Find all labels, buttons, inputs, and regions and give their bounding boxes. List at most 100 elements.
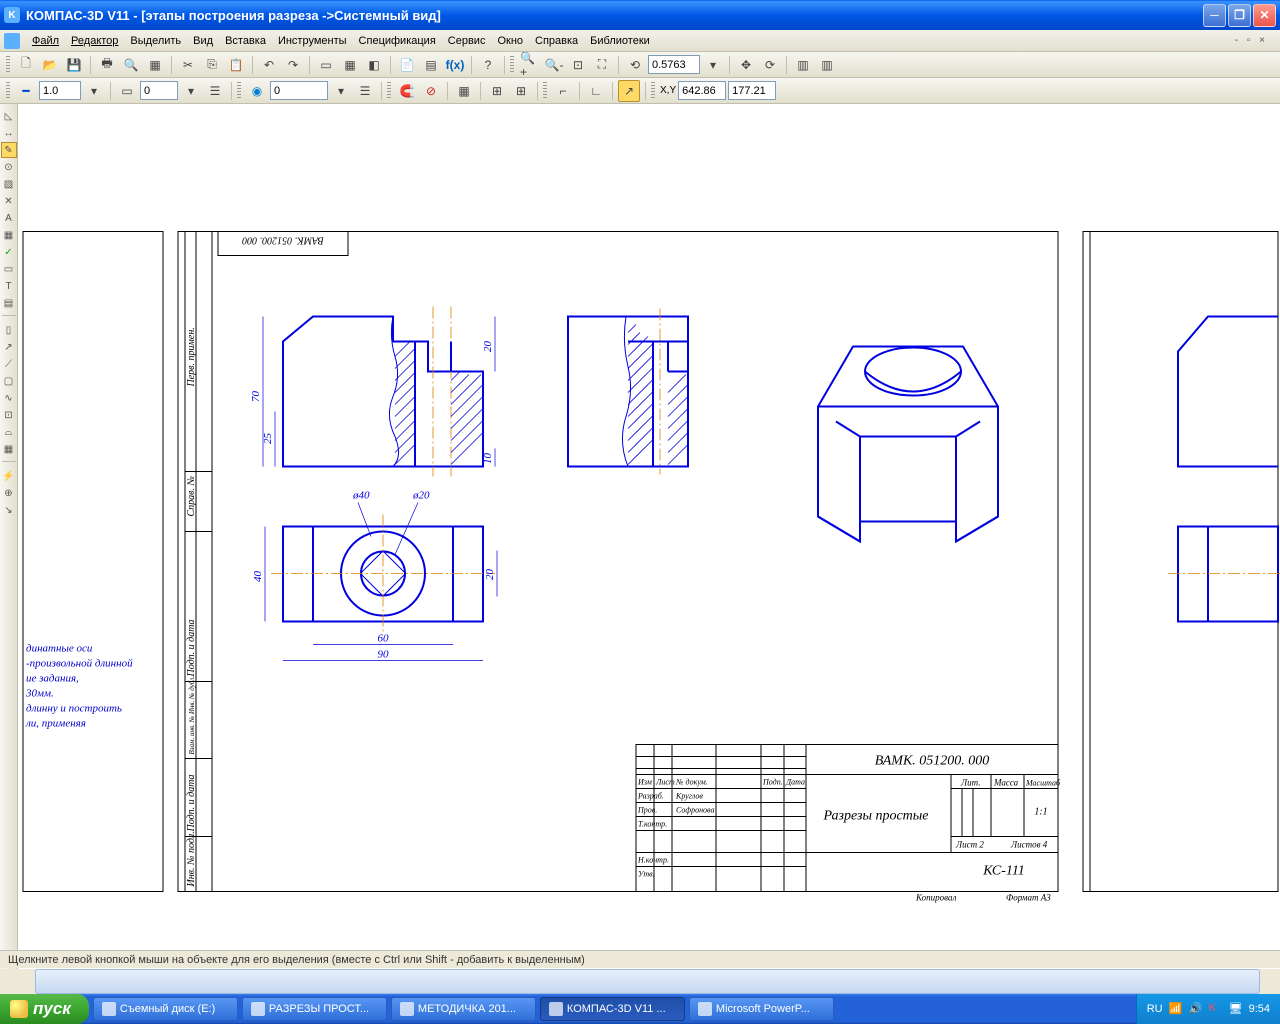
pal-m4-icon[interactable]: ▤ (1, 295, 17, 311)
coord-x[interactable] (678, 81, 726, 100)
state-icon[interactable]: ◉ (246, 80, 268, 102)
save-button[interactable]: 💾 (63, 54, 85, 76)
layer-icon[interactable]: ▭ (116, 80, 138, 102)
pal-t5-icon[interactable]: ∿ (1, 390, 17, 406)
tray-lang[interactable]: RU (1147, 1003, 1163, 1015)
print-button[interactable]: 🖶 (96, 54, 118, 76)
preview-button[interactable]: 🔍 (120, 54, 142, 76)
zoom-in-icon[interactable]: 🔍+ (519, 54, 541, 76)
menu-libs[interactable]: Библиотеки (584, 35, 656, 47)
pal-b2-icon[interactable]: ⊕ (1, 485, 17, 501)
coord-y[interactable] (728, 81, 776, 100)
tb-c[interactable]: ◧ (363, 54, 385, 76)
redo-button[interactable]: ↷ (282, 54, 304, 76)
taskbar-item-2[interactable]: РАЗРЕЗЫ ПРОСТ... (242, 997, 387, 1021)
taskbar-item-3[interactable]: МЕТОДИЧКА 201... (391, 997, 536, 1021)
maximize-button[interactable]: ❐ (1228, 4, 1251, 27)
pal-m2-icon[interactable]: ▭ (1, 261, 17, 277)
pal-t6-icon[interactable]: ⊡ (1, 407, 17, 423)
state-dd[interactable]: ▾ (330, 80, 352, 102)
snap-on-icon[interactable]: 🧲 (396, 80, 418, 102)
menu-view[interactable]: Вид (187, 35, 219, 47)
zoom-input[interactable] (648, 55, 700, 74)
tray-time[interactable]: 9:54 (1249, 1003, 1270, 1015)
pal-table-icon[interactable]: ▦ (1, 227, 17, 243)
tb-d[interactable]: 📄 (396, 54, 418, 76)
props-button[interactable]: ▦ (144, 54, 166, 76)
ortho-icon[interactable]: ⌐ (552, 80, 574, 102)
zoom-dd-icon[interactable]: ▾ (702, 54, 724, 76)
round-icon[interactable]: ↗ (618, 80, 640, 102)
menu-file[interactable]: Файл (26, 35, 65, 47)
pal-hatch-icon[interactable]: ▨ (1, 176, 17, 192)
tb-e[interactable]: ▤ (420, 54, 442, 76)
menu-service[interactable]: Сервис (442, 35, 492, 47)
tray-icon-2[interactable]: 🔊 (1189, 1002, 1203, 1016)
taskbar-item-1[interactable]: Съемный диск (E:) (93, 997, 238, 1021)
pal-edit-icon[interactable]: ✎ (1, 142, 17, 158)
pal-t4-icon[interactable]: ▢ (1, 373, 17, 389)
layer-dd[interactable]: ▾ (180, 80, 202, 102)
pal-t7-icon[interactable]: ⌓ (1, 424, 17, 440)
grid-icon[interactable]: ▦ (453, 80, 475, 102)
state-input[interactable] (270, 81, 328, 100)
zoom-out-icon[interactable]: 🔍- (543, 54, 565, 76)
statemgr-icon[interactable]: ☰ (354, 80, 376, 102)
tb-x2[interactable]: ▥ (816, 54, 838, 76)
linestyle-icon[interactable]: ━ (15, 80, 37, 102)
zoom-fit-icon[interactable]: ⛶ (591, 54, 613, 76)
tb-b[interactable]: ▦ (339, 54, 361, 76)
tb-x1[interactable]: ▥ (792, 54, 814, 76)
zoom-prev-icon[interactable]: ⟲ (624, 54, 646, 76)
local-icon[interactable]: ∟ (585, 80, 607, 102)
pal-b3-icon[interactable]: ↘ (1, 502, 17, 518)
pal-b1-icon[interactable]: ⚡ (1, 468, 17, 484)
taskbar-item-5[interactable]: Microsoft PowerP... (689, 997, 834, 1021)
start-button[interactable]: пуск (0, 994, 89, 1024)
snap-off-icon[interactable]: ⊘ (420, 80, 442, 102)
pal-geometry-icon[interactable]: ◺ (1, 108, 17, 124)
pal-m3-icon[interactable]: T (1, 278, 17, 294)
pal-t2-icon[interactable]: ↗ (1, 339, 17, 355)
pal-t1-icon[interactable]: ▯ (1, 322, 17, 338)
menu-select[interactable]: Выделить (124, 35, 187, 47)
pal-text-icon[interactable]: A (1, 210, 17, 226)
system-tray[interactable]: RU 📶 🔊 K 🖥 9:54 (1136, 994, 1280, 1024)
menu-spec[interactable]: Спецификация (353, 35, 442, 47)
layermgr-icon[interactable]: ☰ (204, 80, 226, 102)
pan-icon[interactable]: ✥ (735, 54, 757, 76)
pal-symbol-icon[interactable]: ⊙ (1, 159, 17, 175)
linestyle-input[interactable] (39, 81, 81, 100)
tb-a[interactable]: ▭ (315, 54, 337, 76)
menu-help[interactable]: Справка (529, 35, 584, 47)
grid3-icon[interactable]: ⊞ (510, 80, 532, 102)
close-button[interactable]: ✕ (1253, 4, 1276, 27)
refresh-icon[interactable]: ⟳ (759, 54, 781, 76)
minimize-button[interactable]: ─ (1203, 4, 1226, 27)
pal-t8-icon[interactable]: ▦ (1, 441, 17, 457)
new-button[interactable]: 🗋 (15, 54, 37, 76)
mdi-controls[interactable]: - ▫ × (1227, 35, 1276, 46)
taskbar-item-4[interactable]: КОМПАС-3D V11 ... (540, 997, 685, 1021)
pal-t3-icon[interactable]: ⟋ (1, 356, 17, 372)
menu-edit[interactable]: Редактор (65, 35, 124, 47)
tray-icon-4[interactable]: 🖥 (1229, 1002, 1243, 1016)
property-panel[interactable] (35, 969, 1260, 994)
cut-button[interactable]: ✂ (177, 54, 199, 76)
linestyle-dd[interactable]: ▾ (83, 80, 105, 102)
menu-insert[interactable]: Вставка (219, 35, 272, 47)
tb-fx[interactable]: f(x) (444, 54, 466, 76)
copy-button[interactable]: ⎘ (201, 54, 223, 76)
drawing-canvas[interactable]: динатные оси -произвольной длинной ие за… (18, 104, 1280, 969)
zoom-window-icon[interactable]: ⊡ (567, 54, 589, 76)
paste-button[interactable]: 📋 (225, 54, 247, 76)
pal-dim-icon[interactable]: ↔ (1, 125, 17, 141)
pal-axes-icon[interactable]: ✕ (1, 193, 17, 209)
menu-tools[interactable]: Инструменты (272, 35, 353, 47)
layer-input[interactable] (140, 81, 178, 100)
pal-m1-icon[interactable]: ✓ (1, 244, 17, 260)
open-button[interactable]: 📂 (39, 54, 61, 76)
undo-button[interactable]: ↶ (258, 54, 280, 76)
grid2-icon[interactable]: ⊞ (486, 80, 508, 102)
menu-window[interactable]: Окно (491, 35, 529, 47)
